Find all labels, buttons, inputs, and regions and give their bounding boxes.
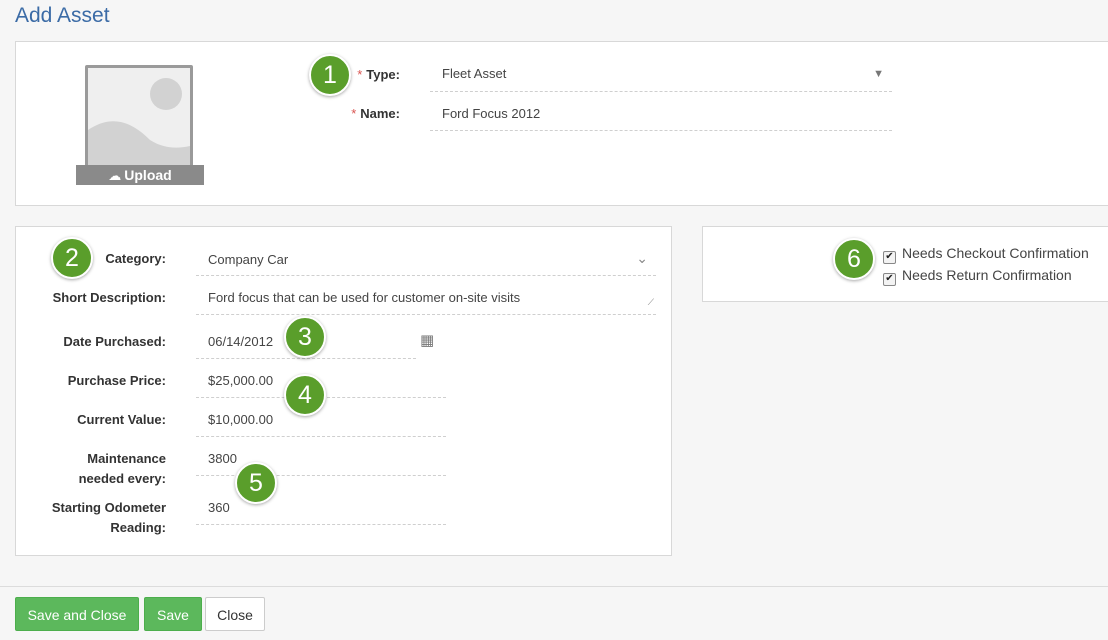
current-value-label: Current Value: — [77, 412, 166, 427]
page-title: Add Asset — [15, 4, 110, 27]
purchase-price-value: $25,000.00 — [208, 373, 274, 388]
callout-badge-4: 4 — [284, 374, 326, 416]
current-value-value: $10,000.00 — [208, 412, 274, 427]
callout-badge-5: 5 — [235, 462, 277, 504]
short-description-textarea[interactable]: Ford focus that can be used for customer… — [196, 288, 656, 315]
confirmation-options-panel: ✔ Needs Checkout Confirmation ✔ Needs Retu… — [702, 226, 1108, 302]
chevron-down-icon: ⌄ — [636, 250, 648, 266]
category-value: Company Car — [208, 252, 289, 267]
save-button[interactable]: Save — [144, 597, 202, 631]
type-select[interactable]: Fleet Asset ▼ — [430, 64, 892, 92]
checkout-confirmation-option[interactable]: ✔ Needs Checkout Confirmation — [883, 244, 1089, 264]
date-purchased-value: 06/14/2012 — [208, 334, 274, 349]
name-input[interactable]: Ford Focus 2012 — [430, 104, 892, 131]
name-value: Ford Focus 2012 — [442, 106, 541, 121]
required-marker: * — [351, 106, 357, 121]
image-placeholder-icon — [88, 78, 190, 170]
callout-badge-2: 2 — [51, 237, 93, 279]
save-and-close-button[interactable]: Save and Close — [15, 597, 139, 631]
dropdown-caret-icon: ▼ — [873, 68, 884, 80]
name-label: * Name: — [351, 106, 400, 121]
close-button[interactable]: Close — [205, 597, 265, 631]
resize-handle-icon[interactable]: ⟋ — [648, 292, 654, 312]
current-value-input[interactable]: $10,000.00 — [196, 410, 446, 437]
callout-badge-1: 1 — [309, 54, 351, 96]
short-description-value: Ford focus that can be used for customer… — [208, 290, 521, 305]
odometer-label: Starting Odometer Reading: — [51, 500, 166, 535]
maintenance-label: Maintenance needed every: — [78, 451, 166, 486]
asset-header-panel: ☁ Upload * Type: Fleet Asset ▼ * Name: Ford… — [15, 41, 1108, 206]
return-confirmation-label: Needs Return Confirmation — [902, 267, 1072, 283]
purchase-price-label: Purchase Price: — [67, 373, 166, 388]
cloud-upload-icon: ☁ — [108, 168, 122, 183]
calendar-icon[interactable]: ▦ — [420, 331, 434, 349]
return-confirmation-option[interactable]: ✔ Needs Return Confirmation — [883, 266, 1072, 286]
date-purchased-label: Date Purchased: — [63, 334, 166, 349]
footer-divider — [0, 586, 1108, 587]
return-confirmation-checkbox[interactable]: ✔ — [883, 273, 896, 286]
upload-label: Upload — [124, 167, 172, 183]
odometer-value: 360 — [208, 500, 230, 515]
maintenance-value: 3800 — [208, 451, 237, 466]
required-marker: * — [357, 67, 363, 82]
category-select[interactable]: Company Car ⌄ — [196, 250, 656, 276]
asset-details-panel: Category: Company Car ⌄ Short Descriptio… — [15, 226, 672, 556]
image-placeholder[interactable] — [85, 65, 193, 173]
callout-badge-6: 6 — [833, 238, 875, 280]
callout-badge-3: 3 — [284, 316, 326, 358]
short-description-label: Short Description: — [52, 290, 166, 305]
checkout-confirmation-label: Needs Checkout Confirmation — [902, 245, 1089, 261]
maintenance-input[interactable]: 3800 — [196, 449, 446, 476]
checkout-confirmation-checkbox[interactable]: ✔ — [883, 251, 896, 264]
upload-button[interactable]: ☁ Upload — [76, 165, 204, 185]
odometer-input[interactable]: 360 — [196, 498, 446, 525]
type-value: Fleet Asset — [442, 66, 507, 81]
